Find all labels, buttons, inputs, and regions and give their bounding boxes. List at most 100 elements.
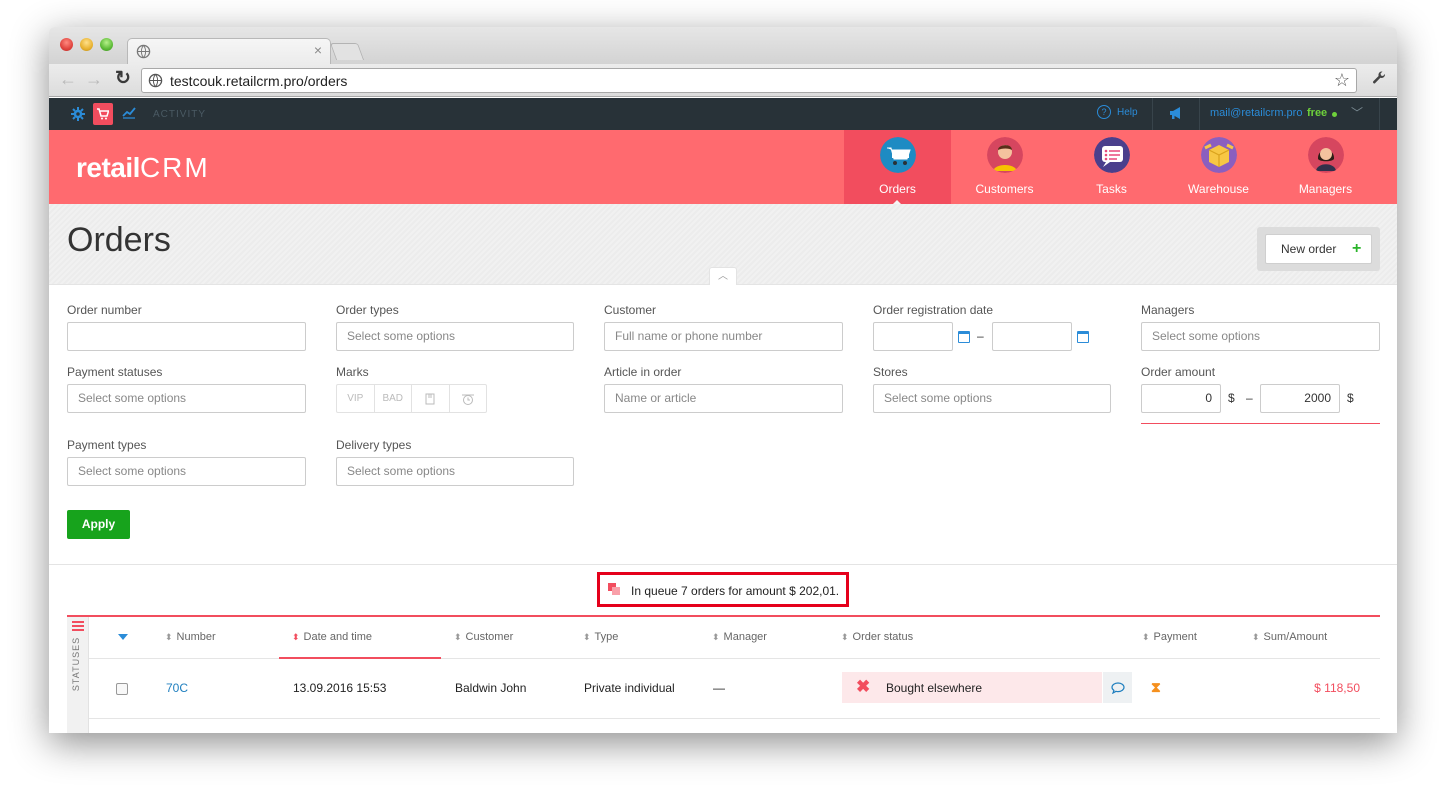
order-type: Private individual: [584, 681, 675, 695]
new-tab-button[interactable]: [329, 43, 365, 60]
column-number[interactable]: ⬍ Number: [165, 631, 216, 643]
forward-arrow-icon[interactable]: →: [85, 69, 103, 90]
calendar-icon[interactable]: [1077, 331, 1089, 343]
nav-managers[interactable]: Managers: [1272, 130, 1379, 204]
help-link[interactable]: Help: [1117, 107, 1138, 118]
address-bar[interactable]: testcouk.retailcrm.pro/orders ☆: [141, 68, 1357, 93]
row-checkbox[interactable]: [116, 683, 128, 695]
table-row[interactable]: 70C 13.09.2016 15:53 Baldwin John Privat…: [89, 659, 1380, 719]
column-date-time[interactable]: ⬍ Date and time: [292, 631, 372, 643]
divider: [1379, 98, 1380, 130]
order-sum: $ 118,50: [1314, 681, 1360, 695]
minimize-window-button[interactable]: [80, 38, 93, 51]
orders-cart-icon[interactable]: [93, 103, 113, 125]
analytics-trend-icon[interactable]: [122, 105, 136, 119]
mark-expected-toggle[interactable]: [412, 385, 450, 412]
menu-icon[interactable]: [72, 621, 84, 633]
delivery-types-label: Delivery types: [336, 438, 412, 452]
page-header: Orders New order + ︿: [49, 204, 1397, 285]
currency-symbol: $: [1347, 391, 1354, 405]
column-payment[interactable]: ⬍ Payment: [1142, 631, 1197, 643]
registration-date-to-input[interactable]: [992, 322, 1072, 351]
collapse-filters-toggle[interactable]: ︿: [709, 267, 737, 285]
stores-select[interactable]: Select some options: [873, 384, 1111, 413]
mark-vip-toggle[interactable]: VIP: [337, 385, 375, 412]
payment-statuses-label: Payment statuses: [67, 365, 163, 379]
chevron-down-icon[interactable]: ﹀: [1351, 104, 1363, 121]
order-number-input[interactable]: [67, 322, 306, 351]
order-amount-to-input[interactable]: 2000: [1260, 384, 1340, 413]
nav-customers[interactable]: Customers: [951, 130, 1058, 204]
megaphone-icon[interactable]: [1169, 105, 1185, 121]
cart-icon: [880, 137, 916, 173]
column-sum-amount[interactable]: ⬍ Sum/Amount: [1252, 631, 1327, 643]
column-type-label: Type: [594, 631, 619, 643]
nav-orders[interactable]: Orders: [844, 130, 951, 205]
nav-warehouse[interactable]: Warehouse: [1165, 130, 1272, 204]
wrench-icon[interactable]: [1371, 70, 1387, 86]
bookmark-icon: [425, 393, 435, 405]
marks-group: VIP BAD: [336, 384, 487, 413]
delivery-types-select[interactable]: Select some options: [336, 457, 574, 486]
url-text: testcouk.retailcrm.pro/orders: [170, 73, 348, 89]
column-manager[interactable]: ⬍ Manager: [712, 631, 767, 643]
nav-tasks-label: Tasks: [1096, 182, 1127, 196]
calendar-icon[interactable]: [958, 331, 970, 343]
payment-statuses-select[interactable]: Select some options: [67, 384, 306, 413]
amount-range-dash: –: [1246, 391, 1253, 405]
caret-down-icon[interactable]: [118, 634, 128, 640]
sort-icon: ⬍: [1142, 632, 1150, 642]
statuses-label: STATUSES: [71, 636, 82, 692]
new-order-label: New order: [1281, 242, 1337, 256]
comment-button[interactable]: [1103, 672, 1132, 703]
new-order-button[interactable]: New order +: [1265, 234, 1372, 264]
new-order-wrapper: New order +: [1257, 227, 1380, 271]
orders-table: STATUSES ⬍ Number ⬍ Date and time ⬍ Custome…: [67, 615, 1380, 733]
column-type[interactable]: ⬍ Type: [583, 631, 618, 643]
reload-icon[interactable]: ↻: [115, 67, 131, 90]
article-input[interactable]: Name or article: [604, 384, 843, 413]
customer-label: Customer: [604, 303, 657, 317]
sort-icon: ⬍: [841, 632, 849, 642]
activity-link[interactable]: ACTIVITY: [153, 109, 206, 120]
mark-bad-toggle[interactable]: BAD: [375, 385, 412, 412]
close-tab-icon[interactable]: ×: [314, 42, 322, 58]
order-number-link[interactable]: 70C: [166, 681, 188, 695]
back-arrow-icon[interactable]: ←: [59, 69, 77, 90]
stores-label: Stores: [873, 365, 908, 379]
nav-warehouse-label: Warehouse: [1188, 182, 1249, 196]
user-email[interactable]: mail@retailcrm.pro: [1210, 107, 1302, 119]
bookmark-star-icon[interactable]: ☆: [1334, 70, 1350, 91]
column-number-label: Number: [176, 631, 216, 643]
currency-symbol: $: [1228, 391, 1235, 405]
payment-types-label: Payment types: [67, 438, 147, 452]
order-amount-from-input[interactable]: 0: [1141, 384, 1221, 413]
managers-select[interactable]: Select some options: [1141, 322, 1380, 351]
retailcrm-logo[interactable]: retailCRM: [76, 152, 210, 184]
managers-label: Managers: [1141, 303, 1195, 317]
order-status-badge[interactable]: ✖ Bought elsewhere: [842, 672, 1102, 703]
registration-date-from-input[interactable]: [873, 322, 953, 351]
queue-notice: In queue 7 orders for amount $ 202,01.: [597, 572, 849, 607]
column-customer[interactable]: ⬍ Customer: [454, 631, 513, 643]
plan-badge: free: [1307, 107, 1328, 119]
browser-titlebar: ×: [49, 27, 1397, 64]
help-icon[interactable]: ?: [1097, 105, 1111, 119]
zoom-window-button[interactable]: [100, 38, 113, 51]
order-types-select[interactable]: Select some options: [336, 322, 574, 351]
payment-types-select[interactable]: Select some options: [67, 457, 306, 486]
mark-reminder-toggle[interactable]: [450, 385, 487, 412]
column-order-status[interactable]: ⬍ Order status: [841, 631, 913, 643]
apply-button[interactable]: Apply: [67, 510, 130, 539]
customer-input[interactable]: Full name or phone number: [604, 322, 843, 351]
box-icon: [1201, 137, 1237, 173]
sort-icon: ⬍: [583, 632, 591, 642]
logo-retail-text: retail: [76, 152, 140, 183]
nav-tasks[interactable]: Tasks: [1058, 130, 1165, 204]
statuses-sidebar[interactable]: STATUSES: [67, 617, 89, 733]
app-topbar: ACTIVITY ? Help mail@retailcrm.pro free …: [49, 98, 1397, 130]
settings-gear-icon[interactable]: [71, 107, 85, 121]
globe-icon: [148, 73, 163, 88]
browser-tab[interactable]: ×: [127, 38, 331, 64]
close-window-button[interactable]: [60, 38, 73, 51]
